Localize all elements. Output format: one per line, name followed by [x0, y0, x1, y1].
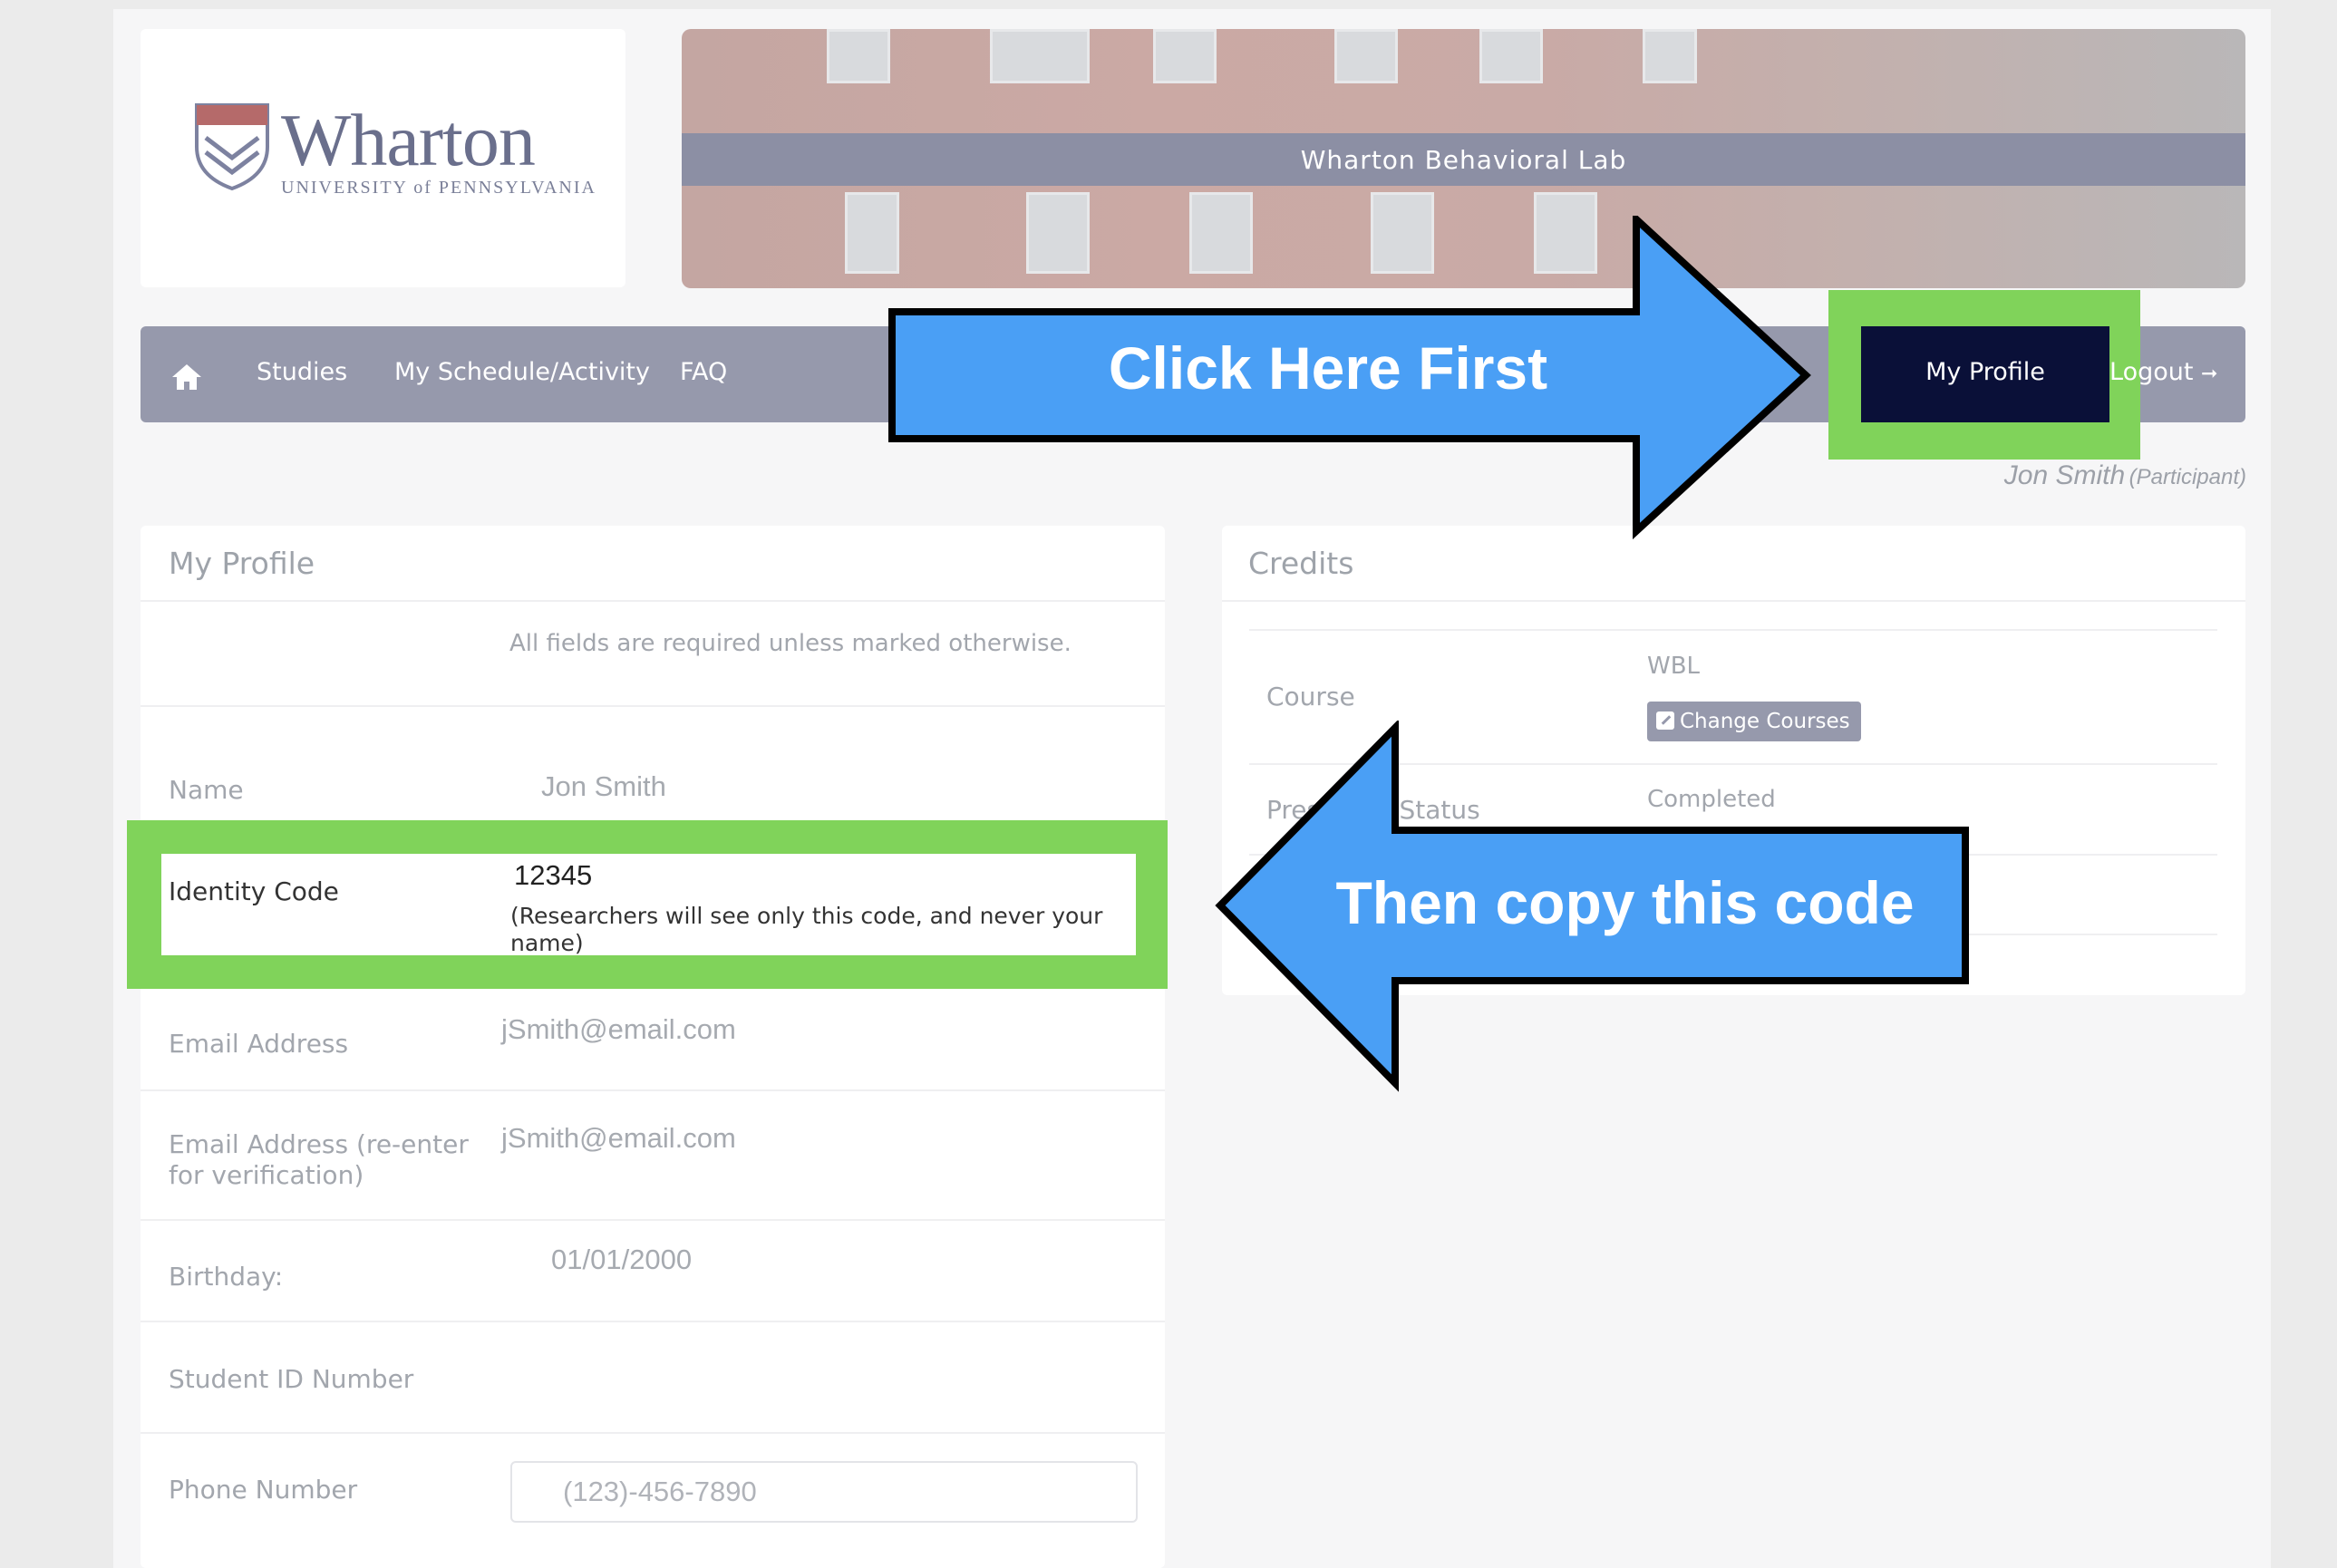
- copy-code-callout: Then copy this code: [1335, 869, 1915, 936]
- home-icon[interactable]: [170, 363, 203, 392]
- course-value: WBL: [1647, 653, 1701, 680]
- identity-code-value[interactable]: 12345: [514, 859, 592, 892]
- email-value[interactable]: jSmith@email.com: [501, 1013, 736, 1046]
- banner-title: Wharton Behavioral Lab: [1300, 145, 1627, 175]
- logout-icon: ➞: [2201, 363, 2218, 385]
- name-label: Name: [169, 775, 244, 805]
- click-here-first-callout: Click Here First: [1108, 334, 1548, 402]
- nav-my-schedule[interactable]: My Schedule/Activity: [394, 358, 650, 386]
- nav-logout[interactable]: Logout ➞: [2109, 358, 2217, 386]
- credits-panel-title: Credits: [1248, 546, 1354, 581]
- nav-my-profile-label[interactable]: My Profile: [1861, 358, 2109, 386]
- identity-code-note: (Researchers will see only this code, an…: [510, 903, 1103, 929]
- email-confirm-label-cont: for verification): [169, 1160, 364, 1190]
- wharton-logo-text: Wharton: [281, 99, 536, 181]
- nav-faq[interactable]: FAQ: [680, 358, 727, 386]
- wharton-logo-subtitle: UNIVERSITY of PENNSYLVANIA: [281, 178, 596, 198]
- user-role: (Participant): [2129, 465, 2246, 489]
- current-user: Jon Smith (Participant): [2004, 460, 2246, 491]
- birthday-value[interactable]: 01/01/2000: [551, 1244, 692, 1276]
- nav-logout-label: Logout: [2109, 358, 2194, 386]
- email-confirm-label: Email Address (re-enter: [169, 1129, 469, 1159]
- phone-input[interactable]: (123)-456-7890: [510, 1461, 1138, 1523]
- identity-code-note-cont: name): [510, 930, 584, 956]
- required-note: All fields are required unless marked ot…: [509, 630, 1072, 657]
- name-value: Jon Smith: [541, 770, 666, 802]
- birthday-label: Birthday:: [169, 1262, 284, 1292]
- phone-label: Phone Number: [169, 1475, 358, 1505]
- student-id-label: Student ID Number: [169, 1364, 414, 1394]
- profile-panel-title: My Profile: [169, 546, 315, 581]
- identity-code-label: Identity Code: [169, 876, 339, 906]
- penn-shield-icon: [195, 103, 269, 191]
- email-confirm-value[interactable]: jSmith@email.com: [501, 1122, 736, 1155]
- nav-studies[interactable]: Studies: [257, 358, 347, 386]
- email-label: Email Address: [169, 1029, 349, 1059]
- course-label: Course: [1266, 682, 1355, 711]
- user-name: Jon Smith: [2003, 460, 2126, 490]
